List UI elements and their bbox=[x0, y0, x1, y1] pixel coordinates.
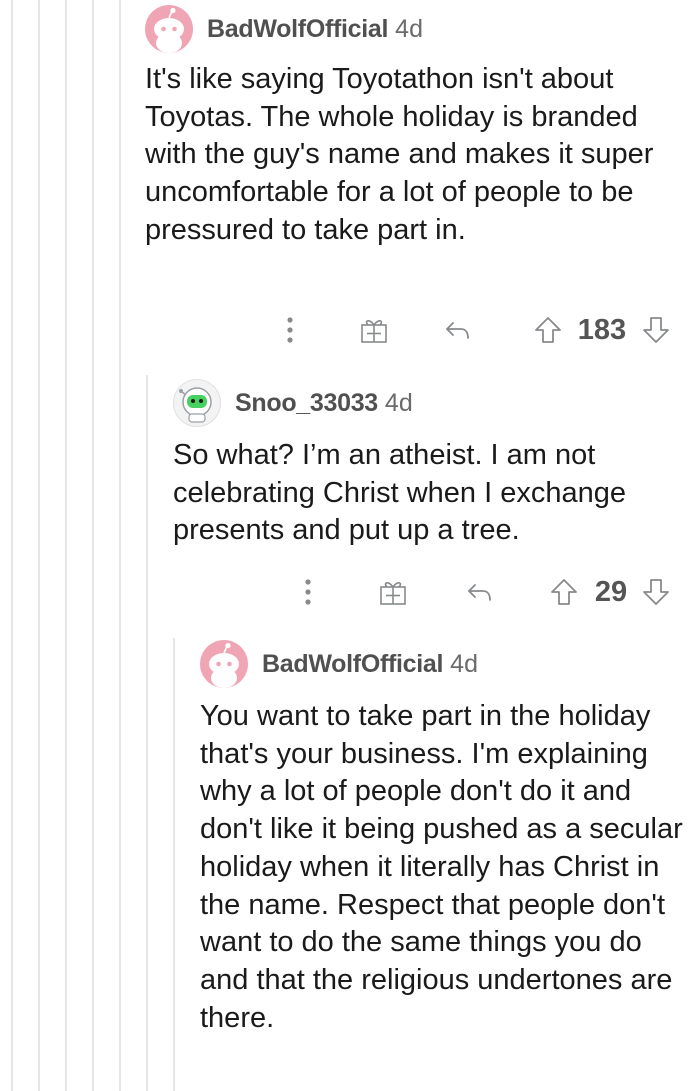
thread-line bbox=[38, 0, 40, 1091]
snoo-avatar-icon[interactable] bbox=[145, 5, 193, 53]
more-options-icon bbox=[305, 579, 311, 605]
more-options-icon bbox=[287, 317, 293, 343]
reply-icon bbox=[468, 584, 491, 601]
username[interactable]: Snoo_33033 bbox=[235, 389, 378, 418]
thread-line bbox=[65, 0, 67, 1091]
comment-age: 4d bbox=[450, 649, 478, 678]
score: 183 bbox=[570, 310, 634, 350]
reply-icon bbox=[446, 322, 469, 339]
username[interactable]: BadWolfOfficial bbox=[207, 15, 388, 44]
comment-header: Snoo_33033 4d bbox=[173, 379, 413, 427]
upvote-button[interactable] bbox=[530, 310, 566, 350]
score-value: 183 bbox=[577, 313, 627, 346]
award-icon bbox=[361, 320, 387, 343]
comment-actions: 29 bbox=[0, 572, 700, 612]
snoo-astronaut-avatar-icon[interactable] bbox=[173, 379, 221, 427]
score: 29 bbox=[586, 572, 636, 612]
downvote-icon bbox=[643, 579, 669, 605]
score-value: 29 bbox=[594, 575, 628, 608]
upvote-button[interactable] bbox=[546, 572, 582, 612]
downvote-icon bbox=[643, 317, 669, 343]
award-icon bbox=[380, 582, 406, 605]
comment-header: BadWolfOfficial 4d bbox=[200, 640, 478, 688]
thread-line bbox=[11, 0, 13, 1091]
more-options-button[interactable] bbox=[272, 310, 308, 350]
thread-line[interactable] bbox=[173, 638, 175, 1091]
comment-body: So what? I’m an atheist. I am not celebr… bbox=[173, 439, 626, 547]
thread-line bbox=[119, 0, 121, 1091]
comment-actions: 183 bbox=[0, 310, 700, 350]
snoo-avatar-icon[interactable] bbox=[200, 640, 248, 688]
award-button[interactable] bbox=[375, 572, 411, 612]
comment-body: You want to take part in the holiday tha… bbox=[200, 700, 683, 1034]
thread-line[interactable] bbox=[146, 375, 148, 1091]
comment-age: 4d bbox=[395, 14, 423, 43]
reply-button[interactable] bbox=[440, 310, 476, 350]
upvote-icon bbox=[551, 579, 577, 605]
comment-body: It's like saying Toyotathon isn't about … bbox=[145, 63, 654, 246]
downvote-button[interactable] bbox=[638, 310, 674, 350]
comment-header: BadWolfOfficial 4d bbox=[145, 5, 423, 53]
comment-age: 4d bbox=[384, 388, 413, 417]
downvote-button[interactable] bbox=[638, 572, 674, 612]
username[interactable]: BadWolfOfficial bbox=[262, 650, 443, 679]
reply-button[interactable] bbox=[462, 572, 498, 612]
upvote-icon bbox=[535, 317, 561, 343]
award-button[interactable] bbox=[356, 310, 392, 350]
thread-line bbox=[92, 0, 94, 1091]
more-options-button[interactable] bbox=[290, 572, 326, 612]
